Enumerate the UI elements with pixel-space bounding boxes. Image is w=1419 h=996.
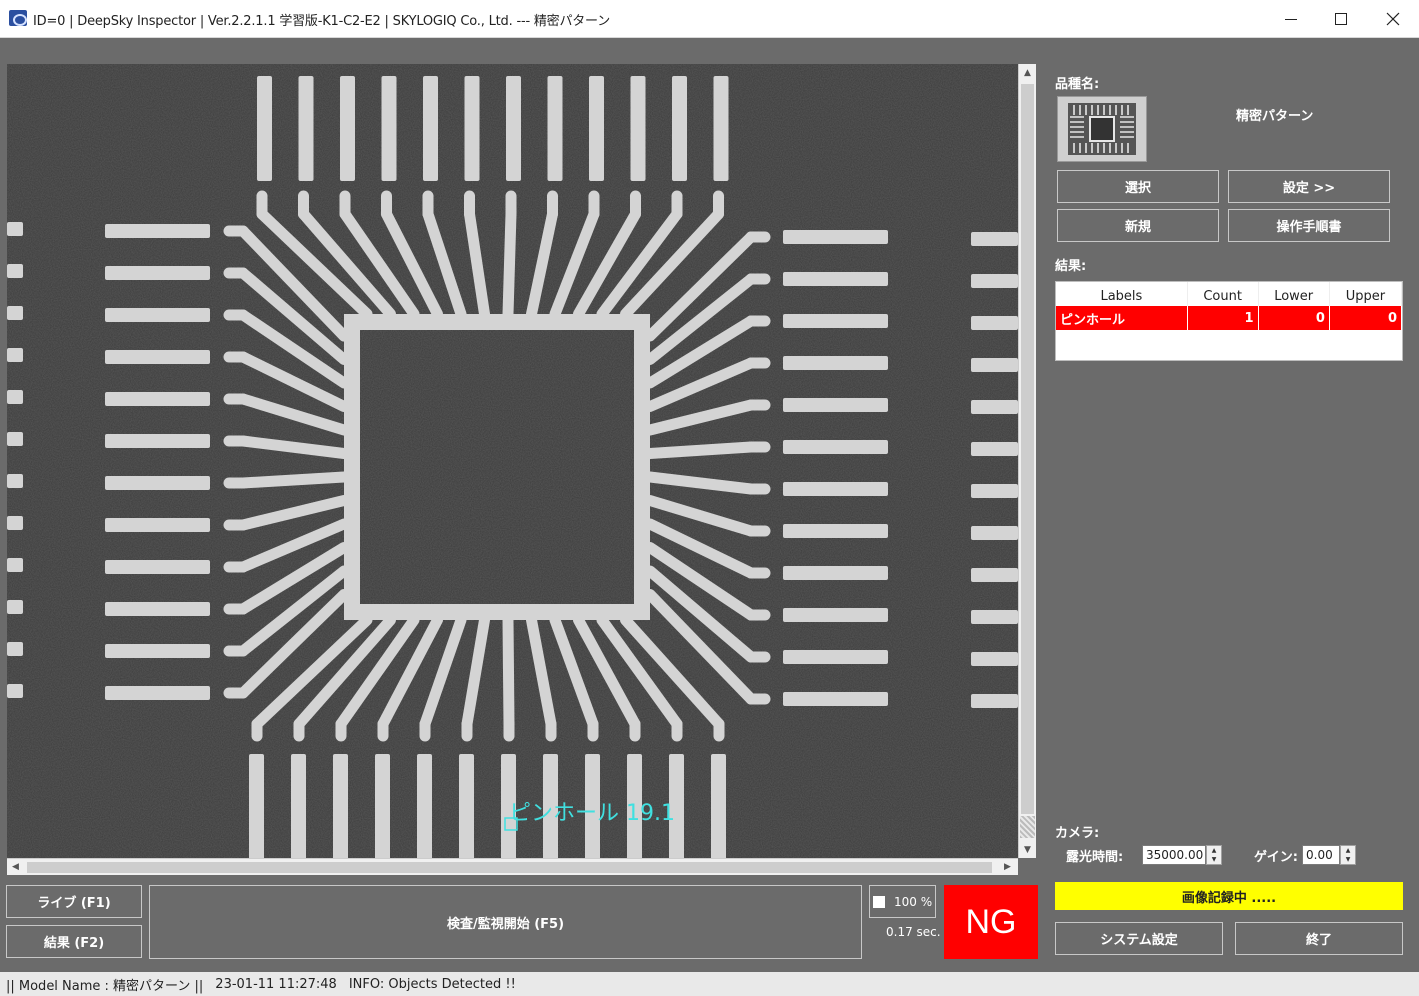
camera-label: カメラ: — [1055, 826, 1100, 841]
gain-label: ゲイン: — [1254, 850, 1298, 865]
minimize-icon[interactable] — [1266, 0, 1316, 38]
scroll-right-icon[interactable]: ▶ — [999, 859, 1016, 875]
gain-stepper[interactable]: ▲ ▼ — [1340, 845, 1356, 865]
result-lower: 0 — [1258, 306, 1330, 330]
column-header-count[interactable]: Count — [1187, 282, 1259, 306]
zoom-value: 100 % — [894, 894, 933, 909]
status-bar: || Model Name : 精密パターン || 23-01-11 11:27… — [0, 972, 1419, 996]
product-type-label: 品種名: — [1055, 77, 1100, 92]
vertical-scrollbar[interactable]: ▲ ▼ — [1018, 64, 1036, 858]
exposure-label: 露光時間: — [1066, 850, 1124, 865]
inspection-image: ピンホール 19.1 — [7, 64, 1018, 858]
elapsed-time: 0.17 sec. — [886, 925, 941, 939]
app-icon — [9, 10, 27, 26]
result-button[interactable]: 結果 (F2) — [6, 925, 142, 958]
result-count: 1 — [1187, 306, 1259, 330]
horizontal-scroll-thumb[interactable] — [27, 862, 992, 873]
horizontal-scrollbar[interactable]: ◀ ▶ — [7, 858, 1018, 875]
zoom-checkbox[interactable] — [873, 895, 885, 908]
judgement-badge: NG — [944, 885, 1038, 959]
zoom-toggle[interactable]: 100 % — [869, 885, 936, 918]
column-header-upper[interactable]: Upper — [1329, 282, 1403, 306]
exposure-stepper[interactable]: ▲ ▼ — [1206, 845, 1222, 865]
scroll-down-icon[interactable]: ▼ — [1019, 841, 1036, 858]
status-timestamp: 23-01-11 11:27:48 — [215, 976, 337, 992]
manual-button[interactable]: 操作手順書 — [1228, 209, 1390, 242]
result-upper: 0 — [1329, 306, 1403, 330]
recording-status: 画像記録中 ..... — [1055, 882, 1403, 910]
vertical-scroll-thumb[interactable] — [1021, 84, 1034, 814]
window-title: ID=0 | DeepSky Inspector | Ver.2.2.1.1 学… — [33, 14, 611, 29]
status-model: || Model Name : 精密パターン || — [6, 978, 204, 994]
column-header-lower[interactable]: Lower — [1258, 282, 1330, 306]
results-table[interactable]: Labels Count Lower Upper ピンホール 1 0 0 — [1055, 281, 1403, 361]
inspect-start-button[interactable]: 検査/監視開始 (F5) — [149, 885, 862, 959]
exposure-input[interactable]: 35000.00 — [1142, 845, 1206, 865]
detection-label: ピンホール 19.1 — [509, 801, 675, 826]
exit-button[interactable]: 終了 — [1235, 922, 1403, 955]
scroll-up-icon[interactable]: ▲ — [1019, 64, 1036, 81]
gain-input[interactable]: 0.00 — [1302, 845, 1340, 865]
status-info: INFO: Objects Detected !! — [348, 976, 516, 992]
table-row[interactable]: ピンホール 1 0 0 — [1056, 306, 1403, 330]
settings-button[interactable]: 設定 >> — [1228, 170, 1390, 203]
maximize-icon[interactable] — [1316, 0, 1366, 38]
size-grip[interactable] — [1020, 816, 1035, 838]
close-icon[interactable] — [1368, 0, 1418, 38]
title-bar: ID=0 | DeepSky Inspector | Ver.2.2.1.1 学… — [0, 0, 1419, 38]
new-button[interactable]: 新規 — [1057, 209, 1219, 242]
scroll-left-icon[interactable]: ◀ — [7, 859, 24, 875]
column-header-labels[interactable]: Labels — [1056, 282, 1188, 306]
system-settings-button[interactable]: システム設定 — [1055, 922, 1223, 955]
result-label: ピンホール — [1056, 306, 1188, 330]
model-name: 精密パターン — [1236, 109, 1314, 124]
live-button[interactable]: ライブ (F1) — [6, 885, 142, 918]
inspection-image-view[interactable]: ピンホール 19.1 — [7, 64, 1018, 858]
model-thumbnail — [1057, 96, 1147, 162]
results-label: 結果: — [1055, 259, 1087, 274]
select-button[interactable]: 選択 — [1057, 170, 1219, 203]
